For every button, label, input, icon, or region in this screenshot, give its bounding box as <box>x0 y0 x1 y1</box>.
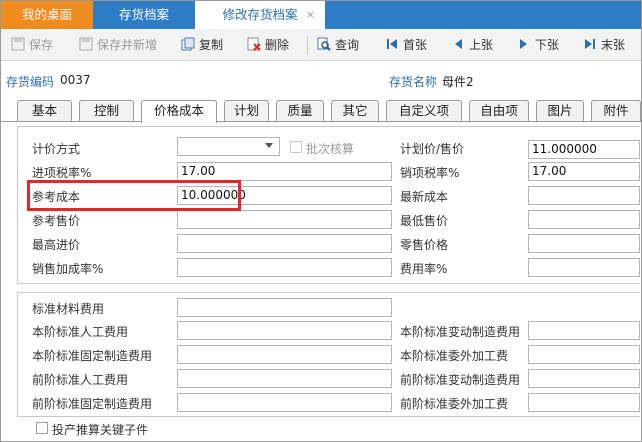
standard-outsource-field[interactable] <box>528 345 640 364</box>
tab-custom-items[interactable]: 自定义项 <box>386 100 462 122</box>
retail-price-label: 零售价格 <box>400 238 449 252</box>
tab-control[interactable]: 控制 <box>79 100 134 122</box>
tab-other[interactable]: 其它 <box>331 100 379 122</box>
standard-fixed-mfg-label: 本阶标准固定制造费用 <box>32 349 153 363</box>
tab-pictures[interactable]: 图片 <box>536 100 584 122</box>
tab-edit-inventory-archive[interactable]: 修改存货档案 × <box>195 1 325 29</box>
tab-my-desktop[interactable]: 我的桌面 <box>1 1 93 29</box>
tab-basic[interactable]: 基本 <box>17 100 72 122</box>
toolbar-divider <box>307 36 308 54</box>
prev-fixed-mfg-label: 前阶标准固定制造费用 <box>32 397 153 411</box>
prev-outsource-field[interactable] <box>528 393 640 412</box>
tab-quality[interactable]: 质量 <box>276 100 324 122</box>
standard-fixed-mfg-field[interactable] <box>177 345 392 364</box>
key-component-checkbox[interactable] <box>36 422 48 434</box>
min-price-label: 最低售价 <box>400 214 449 228</box>
prev-outsource-label: 前阶标准委外加工费 <box>400 397 509 411</box>
min-price-field[interactable] <box>528 210 640 229</box>
copy-button[interactable]: 复制 <box>181 35 223 55</box>
sales-markup-rate-label: 销售加成率% <box>32 262 104 276</box>
search-icon <box>317 37 331 51</box>
prev-label: 上张 <box>469 38 494 52</box>
standard-material-cost-field[interactable] <box>177 298 392 317</box>
key-component-label: 投产推算关键子件 <box>52 423 149 437</box>
next-label: 下张 <box>535 38 560 52</box>
chevron-down-icon <box>265 143 273 148</box>
delete-icon <box>247 37 261 51</box>
copy-label: 复制 <box>199 38 224 52</box>
batch-cost-checkbox[interactable] <box>290 141 302 153</box>
next-icon <box>520 39 527 49</box>
close-icon[interactable]: × <box>306 1 315 29</box>
reference-cost-label: 参考成本 <box>32 190 81 204</box>
prev-labor-cost-label: 前阶标准人工费用 <box>32 373 129 387</box>
pricing-method-label: 计价方式 <box>32 142 81 156</box>
output-tax-rate-field[interactable]: 17.00 <box>528 162 640 181</box>
tab-price-cost[interactable]: 价格成本 <box>141 100 217 123</box>
reference-cost-field[interactable]: 10.000000 <box>177 186 392 205</box>
inventory-code-label: 存货编码 <box>6 75 55 89</box>
prev-labor-cost-field[interactable] <box>177 369 392 388</box>
expense-rate-field[interactable] <box>528 258 640 277</box>
expense-rate-label: 费用率% <box>400 262 448 276</box>
query-button[interactable]: 查询 <box>317 35 359 55</box>
prev-variable-mfg-label: 前阶标准变动制造费用 <box>400 373 521 387</box>
last-record-button[interactable]: 末张 <box>583 35 625 55</box>
last-icon <box>585 39 595 49</box>
input-tax-rate-label: 进项税率% <box>32 166 92 180</box>
save-new-label: 保存并新增 <box>97 38 158 52</box>
tab-free-items[interactable]: 自由项 <box>469 100 529 122</box>
prev-fixed-mfg-field[interactable] <box>177 393 392 412</box>
pricing-method-select[interactable] <box>177 137 280 156</box>
tab-baseline <box>1 121 641 122</box>
standard-material-cost-label: 标准材料费用 <box>32 302 105 316</box>
batch-cost-label: 批次核算 <box>306 142 355 156</box>
reference-price-label: 参考售价 <box>32 214 81 228</box>
delete-label: 删除 <box>265 38 290 52</box>
save-label: 保存 <box>29 38 54 52</box>
latest-cost-label: 最新成本 <box>400 190 449 204</box>
plan-price-field[interactable]: 11.000000 <box>528 140 640 159</box>
tab-inventory-archive[interactable]: 存货档案 <box>93 1 195 29</box>
query-label: 查询 <box>335 38 360 52</box>
tab-plan[interactable]: 计划 <box>224 100 269 122</box>
standard-outsource-label: 本阶标准委外加工费 <box>400 349 509 363</box>
inventory-name-label: 存货名称 <box>389 75 438 89</box>
plan-price-label: 计划价/售价 <box>400 142 465 156</box>
latest-cost-field[interactable] <box>528 186 640 205</box>
last-label: 末张 <box>601 38 626 52</box>
first-record-button[interactable]: 首张 <box>385 35 427 55</box>
save-new-icon <box>79 37 93 51</box>
standard-labor-cost-field[interactable] <box>177 321 392 340</box>
next-record-button[interactable]: 下张 <box>517 35 559 55</box>
input-tax-rate-field[interactable]: 17.00 <box>177 162 392 181</box>
first-label: 首张 <box>403 38 428 52</box>
save-button[interactable]: 保存 <box>11 35 53 55</box>
tab-edit-label: 修改存货档案 <box>222 7 298 22</box>
delete-button[interactable]: 删除 <box>247 35 289 55</box>
tab-attachments[interactable]: 附件 <box>591 100 641 122</box>
inventory-code-value: 0037 <box>60 73 91 87</box>
reference-price-field[interactable] <box>177 210 392 229</box>
copy-icon <box>181 37 195 51</box>
prev-variable-mfg-field[interactable] <box>528 369 640 388</box>
output-tax-rate-label: 销项税率% <box>400 166 460 180</box>
save-and-new-button[interactable]: 保存并新增 <box>79 35 157 55</box>
save-icon <box>11 37 25 51</box>
previous-icon <box>455 39 462 49</box>
standard-labor-cost-label: 本阶标准人工费用 <box>32 325 129 339</box>
first-icon <box>387 39 397 49</box>
previous-record-button[interactable]: 上张 <box>451 35 493 55</box>
max-purchase-price-label: 最高进价 <box>32 238 81 252</box>
toolbar: 保存 保存并新增 复制 删除 查询 首张 上张 下张 末张 <box>1 29 641 61</box>
document-tab-bar: 我的桌面 存货档案 修改存货档案 × <box>1 1 641 29</box>
standard-variable-mfg-field[interactable] <box>528 321 640 340</box>
standard-variable-mfg-label: 本阶标准变动制造费用 <box>400 325 521 339</box>
page-tab-bar: 基本 控制 价格成本 计划 质量 其它 自定义项 自由项 图片 附件 <box>1 100 641 123</box>
retail-price-field[interactable] <box>528 234 640 253</box>
inventory-name-value: 母件2 <box>442 75 474 89</box>
sales-markup-rate-field[interactable] <box>177 258 392 277</box>
max-purchase-price-field[interactable] <box>177 234 392 253</box>
